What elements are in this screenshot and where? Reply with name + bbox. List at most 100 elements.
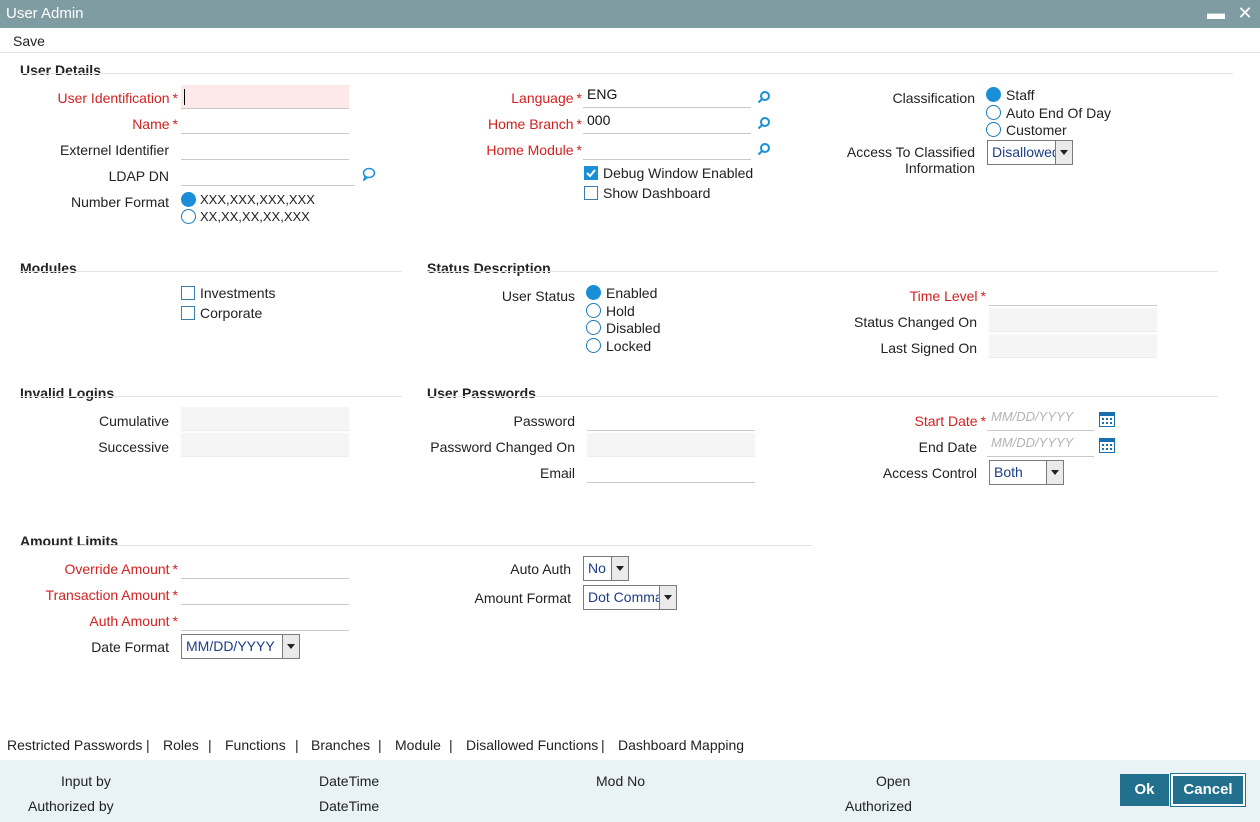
number-format-label: Number Format	[70, 194, 169, 210]
date-format-select[interactable]: MM/DD/YYYY	[181, 634, 300, 659]
email-input[interactable]	[587, 459, 755, 483]
user-status-radio-hold[interactable]	[586, 303, 601, 318]
user-status-option-locked: Locked	[606, 338, 652, 354]
home-branch-label: Home Branch *	[487, 116, 582, 132]
auth-datetime-label: DateTime	[319, 798, 380, 814]
tab-separator: |	[208, 737, 212, 753]
transaction-amount-input[interactable]	[181, 581, 349, 605]
chevron-down-icon	[282, 635, 299, 658]
search-icon[interactable]	[757, 90, 771, 104]
tab-separator: |	[449, 737, 453, 753]
amount-format-select[interactable]: Dot Comma	[583, 585, 677, 610]
auto-auth-label: Auto Auth	[510, 561, 571, 577]
classification-radio-staff[interactable]	[986, 87, 1001, 102]
tab-functions[interactable]: Functions	[225, 737, 286, 753]
user-status-option-disabled: Disabled	[606, 320, 661, 336]
text-cursor	[184, 89, 185, 105]
start-date-label: Start Date *	[914, 413, 986, 429]
module-corporate-label: Corporate	[200, 305, 263, 321]
classification-option-customer: Customer	[1006, 122, 1067, 138]
date-format-value: MM/DD/YYYY	[186, 638, 275, 654]
auto-auth-value: No	[588, 560, 606, 576]
module-investments-label: Investments	[200, 285, 276, 301]
mod-no-label: Mod No	[596, 773, 646, 789]
tab-roles[interactable]: Roles	[163, 737, 199, 753]
calendar-icon[interactable]	[1099, 438, 1115, 453]
language-label: Language *	[511, 90, 582, 106]
module-corporate-checkbox[interactable]	[181, 306, 195, 320]
access-classified-label: Access To Classified	[846, 144, 975, 160]
home-branch-input[interactable]: 000	[583, 110, 751, 134]
calendar-icon[interactable]	[1099, 412, 1115, 427]
name-input[interactable]	[181, 110, 349, 134]
minimize-icon[interactable]: ▬	[1205, 0, 1227, 28]
ok-button[interactable]: Ok	[1120, 774, 1169, 806]
start-date-input[interactable]: MM/DD/YYYY	[987, 407, 1094, 431]
auth-amount-input[interactable]	[181, 607, 349, 631]
classification-radio-auto-eod[interactable]	[986, 105, 1001, 120]
divider	[20, 545, 812, 546]
cancel-button[interactable]: Cancel	[1170, 773, 1246, 807]
section-status-description: Status Description	[427, 260, 551, 276]
toolbar	[0, 28, 1260, 53]
tab-separator: |	[378, 737, 382, 753]
user-status-radio-disabled[interactable]	[586, 320, 601, 335]
save-button[interactable]: Save	[13, 33, 45, 49]
email-label: Email	[539, 465, 575, 481]
ldap-dn-input[interactable]	[181, 162, 355, 186]
tab-restricted-passwords[interactable]: Restricted Passwords	[7, 737, 142, 753]
tab-separator: |	[146, 737, 150, 753]
access-classified-value: Disallowed	[992, 144, 1060, 160]
module-investments-checkbox[interactable]	[181, 286, 195, 300]
tab-separator: |	[295, 737, 299, 753]
tab-disallowed-functions[interactable]: Disallowed Functions	[466, 737, 598, 753]
override-amount-input[interactable]	[181, 555, 349, 579]
search-icon[interactable]	[757, 116, 771, 130]
access-control-label: Access Control	[882, 465, 977, 481]
last-signed-label: Last Signed On	[880, 340, 977, 356]
user-status-radio-enabled[interactable]	[586, 285, 601, 300]
user-status-radio-locked[interactable]	[586, 338, 601, 353]
override-amount-label: Override Amount *	[64, 561, 178, 577]
tab-module[interactable]: Module	[395, 737, 441, 753]
divider	[427, 396, 1218, 397]
close-icon[interactable]: ✕	[1234, 0, 1256, 28]
number-format-option-1: XXX,XXX,XXX,XXX	[200, 192, 315, 207]
user-identification-input[interactable]	[181, 85, 349, 109]
status-changed-label: Status Changed On	[854, 314, 977, 330]
access-classified-label-line2: Information	[904, 160, 975, 176]
password-changed-label: Password Changed On	[430, 439, 575, 455]
home-module-input[interactable]	[583, 136, 751, 160]
authorized-status-label: Authorized	[845, 798, 912, 814]
chevron-down-icon	[1046, 461, 1063, 484]
user-identification-label: User Identification *	[57, 90, 178, 106]
access-control-select[interactable]: Both	[989, 460, 1064, 485]
tab-branches[interactable]: Branches	[311, 737, 370, 753]
password-input[interactable]	[587, 407, 755, 431]
access-classified-select[interactable]: Disallowed	[987, 140, 1073, 165]
window-titlebar: User Admin	[0, 0, 1260, 28]
number-format-radio-1[interactable]	[181, 192, 196, 207]
ldap-dn-label: LDAP DN	[108, 168, 169, 184]
cumulative-label: Cumulative	[98, 413, 169, 429]
show-dashboard-checkbox[interactable]	[584, 186, 598, 200]
chat-bubble-icon[interactable]	[362, 167, 376, 181]
debug-window-checkbox[interactable]	[584, 166, 598, 180]
user-status-option-hold: Hold	[606, 303, 635, 319]
external-identifier-input[interactable]	[181, 136, 349, 160]
time-level-input[interactable]	[989, 282, 1157, 306]
time-level-label: Time Level *	[909, 288, 986, 304]
home-module-label: Home Module *	[486, 142, 582, 158]
divider	[427, 271, 1218, 272]
auto-auth-select[interactable]: No	[583, 556, 629, 581]
successive-label: Successive	[98, 439, 169, 455]
tab-dashboard-mapping[interactable]: Dashboard Mapping	[618, 737, 744, 753]
divider	[20, 271, 402, 272]
end-date-input[interactable]: MM/DD/YYYY	[987, 433, 1094, 457]
search-icon[interactable]	[757, 142, 771, 156]
classification-radio-customer[interactable]	[986, 122, 1001, 137]
date-format-label: Date Format	[91, 639, 169, 655]
audit-footer	[0, 760, 1260, 822]
number-format-radio-2[interactable]	[181, 209, 196, 224]
language-input[interactable]: ENG	[583, 84, 751, 108]
